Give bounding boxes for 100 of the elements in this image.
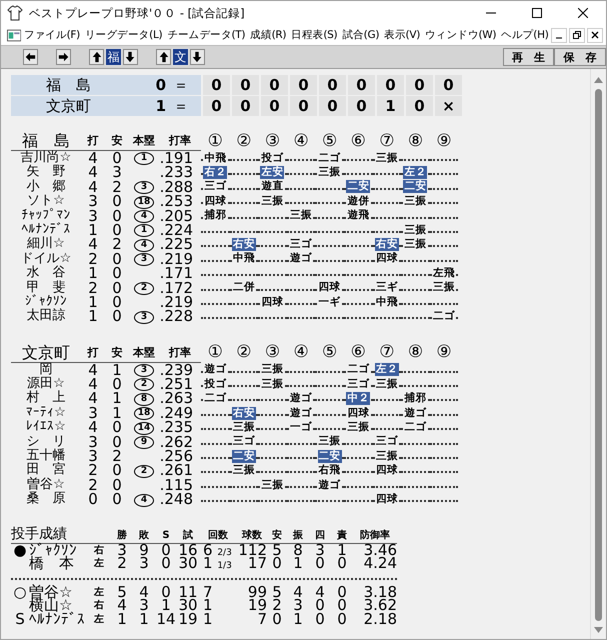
column-header: 責 (331, 522, 353, 544)
menu-item[interactable]: ファイル(F) (21, 28, 82, 42)
hits: 0 (111, 377, 123, 392)
close-icon[interactable] (587, 28, 603, 42)
inning-score: 0 (232, 75, 259, 95)
toolbar-button[interactable]: 保 存 (554, 48, 606, 66)
arrow-down-icon[interactable] (190, 49, 205, 65)
home-run-badge: 4 (134, 210, 154, 223)
team-button[interactable]: 文 (172, 48, 189, 66)
toolbar-button[interactable]: 再 生 (502, 48, 554, 66)
stat-cell-text: 8 (292, 544, 304, 558)
player-name: 源田☆ (27, 377, 66, 392)
at-bats: 4 (87, 377, 99, 392)
scrollbar-thumb[interactable] (595, 89, 602, 621)
at-bat-result: 三振 (260, 378, 284, 391)
section-title: 投手成績 (11, 522, 111, 544)
hits: 0 (111, 266, 123, 281)
restore-icon[interactable] (569, 28, 585, 42)
column-header: 敗 (133, 522, 155, 544)
inning-score: × (435, 96, 462, 116)
menu-item[interactable]: 表示(V) (382, 28, 423, 42)
arrow-left-icon[interactable] (23, 49, 38, 65)
at-bat-result: 一ギ (318, 296, 342, 309)
hit-result: 左安 (260, 166, 284, 180)
at-bats: 1 (87, 294, 99, 310)
minimize-icon[interactable] (551, 28, 567, 42)
menu-item[interactable]: ヘルプ(H) (498, 28, 551, 42)
stat-cell-text: 0 (336, 599, 348, 613)
inning-score: 0 (203, 75, 230, 95)
stat-cell-text: 17 (248, 557, 267, 571)
column-header: 安 (267, 522, 287, 544)
hits: 0 (111, 151, 123, 166)
column-header: 球数 (237, 522, 267, 544)
column-header: 勝 (111, 522, 133, 544)
stat-cell-text: 0 (336, 586, 348, 600)
at-bats: 4 (87, 151, 99, 166)
window-title: ベストプレープロ野球'００ - [試合記録] (29, 6, 246, 20)
inning-score: 0 (261, 96, 288, 116)
stat-cell-text: 0 (271, 557, 283, 571)
batting-average: .225 (159, 237, 194, 252)
scroll-up-icon[interactable] (594, 77, 603, 83)
hits: 3 (111, 165, 123, 180)
batting-average: .256 (159, 449, 194, 464)
player-name: 細川☆ (26, 237, 66, 252)
inning-header: ⑥ (350, 342, 367, 362)
arrow-right-icon[interactable] (56, 49, 72, 65)
team-button[interactable]: 福 (105, 48, 122, 66)
stat-cell: 30 (177, 557, 199, 571)
menu-item[interactable]: 試合(G) (340, 28, 382, 42)
scroll-down-icon[interactable] (594, 627, 603, 633)
inning-header: ⑨ (435, 130, 453, 150)
batting-average: .262 (159, 434, 194, 450)
menu-item[interactable]: 成績(R) (248, 28, 289, 42)
at-bat-result: 遊直 (260, 180, 284, 194)
home-run-badge: 2 (134, 464, 154, 478)
stat-cell-text: 4 (292, 586, 304, 600)
at-bat-result: 三振 (260, 363, 284, 376)
stat-cell-text: 4 (138, 586, 150, 600)
stat-cell: 16 (177, 544, 199, 558)
menu-item[interactable]: チームデータ(T) (164, 28, 248, 42)
stat-cell-text: 0 (160, 544, 172, 558)
stat-cell-text: 4 (116, 599, 128, 613)
player-name: ﾍﾙﾅﾝﾃﾞｽ (20, 222, 72, 237)
inning-score: 0 (377, 75, 404, 95)
menu-item[interactable]: リーグデータ(L) (82, 28, 165, 42)
player-name: 太田諒 (26, 309, 66, 324)
at-bat-result: 一ゴ (289, 420, 314, 434)
hits: 1 (111, 362, 123, 378)
arrow-down-icon[interactable] (122, 49, 138, 65)
hits: 0 (111, 463, 123, 478)
document-icon[interactable] (7, 28, 22, 42)
menu-item[interactable]: ウィンドウ(W) (422, 28, 499, 42)
stat-cell-text: 5 (116, 586, 128, 600)
home-run-badge: 3 (134, 253, 154, 266)
inning-score: 0 (406, 96, 433, 116)
hit-result: 二安 (318, 450, 342, 463)
batting-average: .248 (159, 492, 194, 507)
at-bat-result: 三振 (318, 435, 342, 448)
arrow-up-icon[interactable] (89, 49, 104, 65)
throwing-hand: 左 (94, 586, 104, 598)
player-name: 村 上 (26, 391, 66, 406)
at-bat-result: 三振 (260, 194, 284, 208)
at-bats: 4 (87, 237, 99, 252)
at-bat-result: 三振 (318, 166, 342, 180)
arrow-up-icon[interactable] (156, 49, 171, 65)
column-header: 防御率 (353, 522, 397, 544)
home-run-badge: 1 (134, 152, 154, 166)
player-name: 曽谷☆ (26, 478, 66, 492)
inning-header: ⑦ (378, 130, 396, 150)
player-name: 吉川尚☆ (20, 151, 72, 165)
stat-cell-text: 3 (138, 557, 150, 571)
menu-item[interactable]: 日程表(S) (288, 28, 340, 42)
stat-cell-text: 0 (271, 612, 283, 626)
stat-cell-text: 0 (336, 557, 348, 571)
stat-cell-text: 4.24 (362, 557, 397, 571)
at-bat-result: 四球 (374, 492, 399, 506)
column-header: 安 (105, 342, 129, 363)
at-bat-result: 三振 (232, 464, 256, 478)
at-bat-result: 二ゴ (318, 152, 342, 165)
home-run-badge: 18 (134, 407, 154, 420)
